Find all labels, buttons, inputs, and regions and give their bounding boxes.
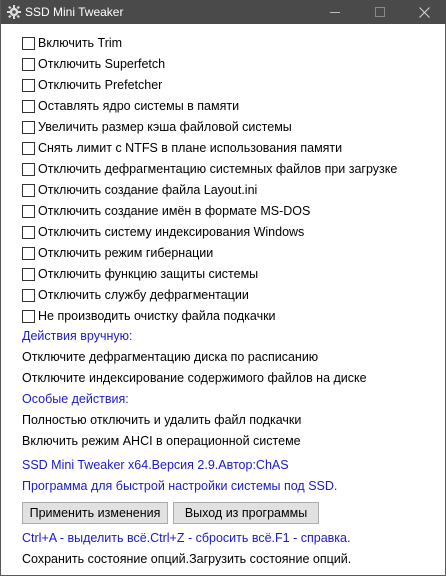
checkbox[interactable] bbox=[22, 267, 35, 281]
checkbox[interactable] bbox=[22, 36, 35, 50]
option-kernel-in-memory[interactable]: Оставлять ядро системы в памяти bbox=[22, 97, 239, 115]
option-disable-indexing[interactable]: Отключить систему индексирования Windows bbox=[22, 223, 304, 241]
option-ntfs-memory-limit[interactable]: Снять лимит с NTFS в плане использования… bbox=[22, 139, 342, 157]
special-action-remove-pagefile[interactable]: Полностью отключить и удалить файл подка… bbox=[22, 413, 301, 427]
option-label: Увеличить размер кэша файловой системы bbox=[38, 120, 292, 134]
option-label: Отключить службу дефрагментации bbox=[38, 288, 249, 302]
checkbox[interactable] bbox=[22, 141, 35, 155]
checkbox[interactable] bbox=[22, 204, 35, 218]
option-label: Отключить дефрагментацию системных файло… bbox=[38, 162, 398, 176]
option-label: Отключить создание файла Layout.ini bbox=[38, 183, 258, 197]
option-label: Оставлять ядро системы в памяти bbox=[38, 99, 240, 113]
close-button[interactable] bbox=[402, 0, 446, 24]
gear-icon bbox=[6, 4, 22, 20]
window-title: SSD Mini Tweaker bbox=[25, 5, 124, 19]
exit-program-button[interactable]: Выход из программы bbox=[173, 502, 319, 524]
close-icon bbox=[419, 6, 430, 18]
maximize-icon bbox=[374, 7, 385, 17]
option-label: Отключить Superfetch bbox=[38, 57, 166, 71]
option-label: Не производить очистку файла подкачки bbox=[38, 309, 276, 323]
special-actions-heading: Особые действия: bbox=[22, 392, 129, 406]
checkbox[interactable] bbox=[22, 57, 35, 71]
option-no-pagefile-clear[interactable]: Не производить очистку файла подкачки bbox=[22, 307, 276, 325]
minimize-button[interactable] bbox=[312, 0, 357, 24]
option-label: Отключить Prefetcher bbox=[38, 78, 163, 92]
option-disable-layout-ini[interactable]: Отключить создание файла Layout.ini bbox=[22, 181, 257, 199]
option-disable-defrag-service[interactable]: Отключить службу дефрагментации bbox=[22, 286, 249, 304]
option-disable-system-protection[interactable]: Отключить функцию защиты системы bbox=[22, 265, 258, 283]
program-description: Программа для быстрой настройки системы … bbox=[22, 479, 338, 493]
manual-actions-heading: Действия вручную: bbox=[22, 329, 133, 343]
option-disable-hibernation[interactable]: Отключить режим гибернации bbox=[22, 244, 213, 262]
option-disable-prefetcher[interactable]: Отключить Prefetcher bbox=[22, 76, 162, 94]
checkbox[interactable] bbox=[22, 183, 35, 197]
option-increase-fs-cache[interactable]: Увеличить размер кэша файловой системы bbox=[22, 118, 292, 136]
option-enable-trim[interactable]: Включить Trim bbox=[22, 34, 122, 52]
app-window: SSD Mini Tweaker Включить Trim Отключить… bbox=[0, 0, 446, 576]
checkbox[interactable] bbox=[22, 288, 35, 302]
title-bar[interactable]: SSD Mini Tweaker bbox=[1, 0, 446, 24]
maximize-button[interactable] bbox=[357, 0, 402, 24]
option-label: Отключить систему индексирования Windows bbox=[38, 225, 305, 239]
apply-changes-button[interactable]: Применить изменения bbox=[22, 502, 168, 524]
option-label: Включить Trim bbox=[38, 36, 123, 50]
manual-action-disable-content-indexing[interactable]: Отключите индексирование содержимого фай… bbox=[22, 371, 367, 385]
option-label: Отключить функцию защиты системы bbox=[38, 267, 259, 281]
checkbox[interactable] bbox=[22, 309, 35, 323]
option-disable-msdos-names[interactable]: Отключить создание имён в формате MS-DOS bbox=[22, 202, 310, 220]
option-disable-superfetch[interactable]: Отключить Superfetch bbox=[22, 55, 165, 73]
checkbox[interactable] bbox=[22, 246, 35, 260]
option-label: Отключить создание имён в формате MS-DOS bbox=[38, 204, 311, 218]
shortcuts-hint: Ctrl+A - выделить всё.Ctrl+Z - сбросить … bbox=[22, 531, 351, 545]
manual-action-disable-scheduled-defrag[interactable]: Отключите дефрагментацию диска по распис… bbox=[22, 350, 318, 364]
checkbox[interactable] bbox=[22, 120, 35, 134]
option-label: Отключить режим гибернации bbox=[38, 246, 214, 260]
minimize-icon bbox=[329, 11, 340, 13]
checkbox[interactable] bbox=[22, 162, 35, 176]
option-disable-boot-defrag[interactable]: Отключить дефрагментацию системных файло… bbox=[22, 160, 397, 178]
checkbox[interactable] bbox=[22, 225, 35, 239]
special-action-enable-ahci[interactable]: Включить режим AHCI в операционной систе… bbox=[22, 434, 301, 448]
checkbox[interactable] bbox=[22, 99, 35, 113]
version-info: SSD Mini Tweaker x64.Версия 2.9.Автор:Ch… bbox=[22, 458, 289, 472]
checkbox[interactable] bbox=[22, 78, 35, 92]
option-label: Снять лимит с NTFS в плане использования… bbox=[38, 141, 343, 155]
save-load-state-links[interactable]: Сохранить состояние опций.Загрузить сост… bbox=[22, 552, 351, 566]
